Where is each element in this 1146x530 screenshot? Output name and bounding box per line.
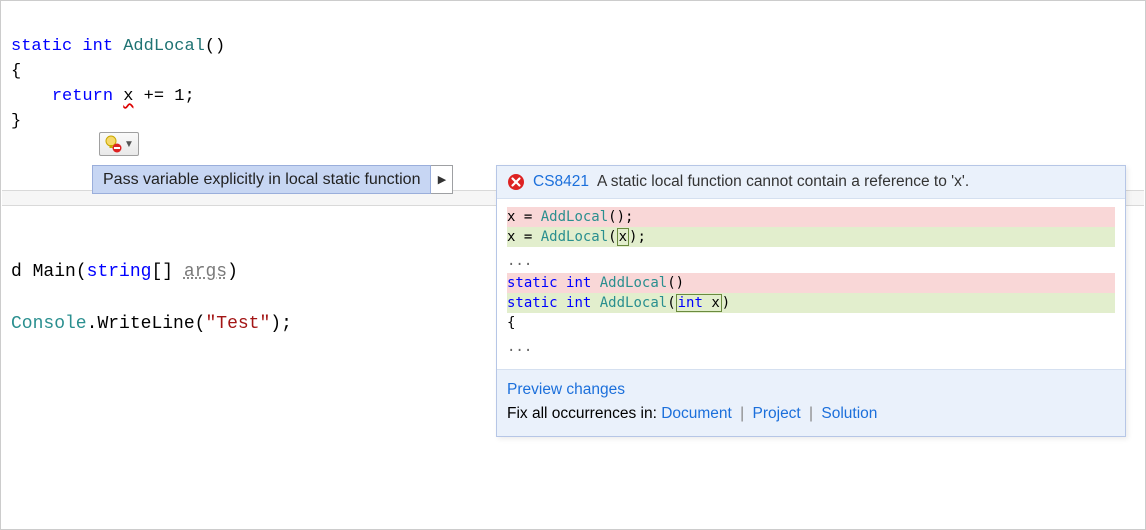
diff-ellipsis: ... — [507, 247, 1115, 273]
quickfix-preview-flyout: CS8421 A static local function cannot co… — [496, 165, 1126, 437]
code-editor-lower[interactable]: d Main(string[] args) Console.WriteLine(… — [11, 233, 292, 337]
error-icon — [507, 173, 525, 191]
lower-line-1: d Main(string[] args) — [11, 262, 238, 282]
quickfix-lightbulb[interactable]: ▼ — [99, 132, 139, 156]
quickfix-expand-button[interactable]: ▶ — [431, 165, 453, 194]
error-variable[interactable]: x — [123, 87, 133, 106]
diff-ellipsis: ... — [507, 333, 1115, 359]
quickfix-menu: Pass variable explicitly in local static… — [92, 165, 453, 194]
diff-preview: x = AddLocal(); x = AddLocal(x); ... sta… — [497, 199, 1125, 369]
error-header: CS8421 A static local function cannot co… — [497, 166, 1125, 199]
fixall-project-link[interactable]: Project — [753, 405, 801, 422]
error-code[interactable]: CS8421 — [533, 173, 589, 191]
code-line-1: static int AddLocal() — [11, 37, 225, 56]
diff-context-line: { — [507, 313, 1115, 333]
diff-removed-line: static int AddLocal() — [507, 273, 1115, 293]
code-line-4: } — [11, 112, 21, 131]
chevron-right-icon: ▶ — [438, 173, 446, 186]
fixall-label: Fix all occurrences in: — [507, 405, 661, 422]
code-editor[interactable]: static int AddLocal() { return x += 1; } — [1, 1, 1145, 186]
error-message: A static local function cannot contain a… — [597, 173, 969, 191]
code-line-2: { — [11, 62, 21, 81]
diff-added-line: static int AddLocal(int x) — [507, 293, 1115, 313]
lightbulb-error-icon — [104, 135, 122, 153]
quickfix-item-pass-variable[interactable]: Pass variable explicitly in local static… — [92, 165, 431, 194]
flyout-footer: Preview changes Fix all occurrences in: … — [497, 369, 1125, 436]
quickfix-item-label: Pass variable explicitly in local static… — [103, 171, 420, 189]
code-line-3: return x += 1; — [52, 87, 195, 106]
diff-removed-line: x = AddLocal(); — [507, 207, 1115, 227]
lower-line-2: Console.WriteLine("Test"); — [11, 314, 292, 334]
fixall-solution-link[interactable]: Solution — [821, 405, 877, 422]
diff-added-line: x = AddLocal(x); — [507, 227, 1115, 247]
fixall-document-link[interactable]: Document — [661, 405, 732, 422]
chevron-down-icon: ▼ — [124, 139, 134, 150]
preview-changes-link[interactable]: Preview changes — [507, 381, 625, 398]
